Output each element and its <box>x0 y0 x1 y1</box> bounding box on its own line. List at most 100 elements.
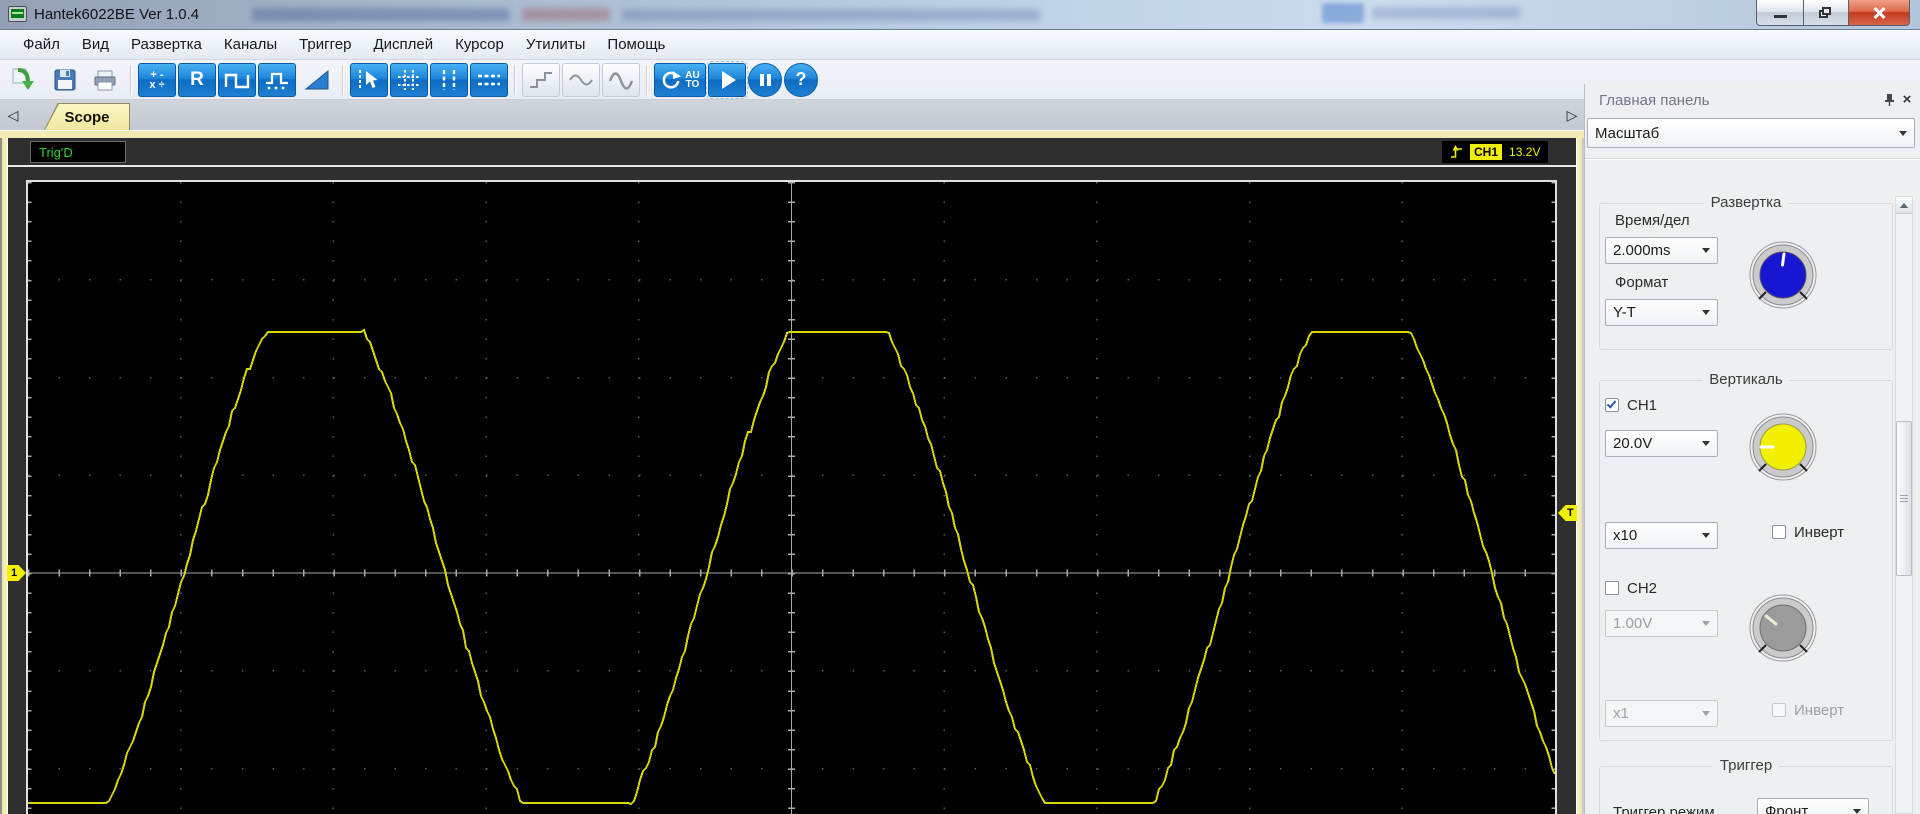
graticule-frame <box>26 180 1557 814</box>
ch1-invert-checkbox[interactable] <box>1772 525 1786 539</box>
ch2-probe-select: x1 <box>1605 700 1718 727</box>
menu-item[interactable]: Помощь <box>596 32 676 57</box>
chevron-down-icon <box>1702 310 1710 315</box>
menu-item[interactable]: Вид <box>71 32 120 57</box>
pause-icon <box>759 73 771 86</box>
menu-item[interactable]: Развертка <box>120 32 213 57</box>
ch1-volts-value: 20.0V <box>1613 435 1653 452</box>
tab-scope-label: Scope <box>45 104 129 130</box>
format-label: Формат <box>1615 274 1669 291</box>
restore-button[interactable] <box>1804 0 1848 26</box>
step-wave-button[interactable] <box>522 62 560 97</box>
ch1-level-marker[interactable]: 1 <box>7 565 26 581</box>
menu-item[interactable]: Утилиты <box>515 32 597 57</box>
ch1-volts-select[interactable]: 20.0V <box>1605 430 1718 457</box>
menu-bar: Файл Вид Развертка Каналы Триггер Дисплей Курс… <box>0 30 1920 60</box>
ch1-marker-label: 1 <box>11 567 18 579</box>
trigger-source-badge: CH1 <box>1470 144 1503 160</box>
autoset-icon <box>662 70 682 89</box>
time-per-div-label: Время/дел <box>1615 212 1690 229</box>
ch2-invert-checkbox <box>1772 703 1786 717</box>
save-button[interactable] <box>46 63 84 97</box>
sine-small-button[interactable] <box>562 62 600 97</box>
menu-item[interactable]: Дисплей <box>362 32 444 57</box>
ch2-volts-select: 1.00V <box>1605 610 1718 637</box>
import-icon <box>12 67 34 90</box>
scrollbar-thumb[interactable] <box>1896 421 1912 576</box>
chevron-down-icon <box>1702 441 1710 446</box>
pulse-wave-button[interactable] <box>218 62 256 97</box>
help-icon: ? <box>795 69 807 89</box>
sweep-legend: Развертка <box>1703 194 1789 211</box>
ramp-button[interactable] <box>298 63 336 97</box>
horizontal-cursors-button[interactable] <box>470 62 508 97</box>
scope-edge <box>2 138 8 814</box>
ch1-scale-knob[interactable] <box>1747 411 1819 483</box>
help-button[interactable]: ? <box>784 62 818 97</box>
format-select[interactable]: Y-T <box>1605 299 1718 326</box>
horizontal-scale-knob[interactable] <box>1747 239 1819 311</box>
panel-scrollbar[interactable] <box>1895 196 1913 814</box>
check-icon <box>1606 398 1617 409</box>
close-icon <box>1872 6 1886 20</box>
autoset-button[interactable]: AU TO <box>654 62 706 97</box>
cursor-icon <box>359 69 378 90</box>
menu-item[interactable]: Каналы <box>213 32 288 57</box>
triangle-up-icon <box>1900 202 1908 208</box>
ch2-checkbox[interactable] <box>1605 581 1619 595</box>
ch2-probe-value: x1 <box>1613 705 1629 722</box>
pin-button[interactable] <box>1881 91 1897 107</box>
menu-item[interactable]: Триггер <box>288 32 362 57</box>
digital-wave-button[interactable] <box>258 62 296 97</box>
trigger-status: Trig'D <box>30 141 126 163</box>
sine-button[interactable] <box>602 62 640 97</box>
ch2-invert-label: Инверт <box>1794 702 1845 719</box>
tab-scroll-left-button[interactable]: ◁ <box>3 103 23 127</box>
ch1-checkbox[interactable] <box>1605 398 1619 412</box>
print-icon <box>94 70 116 90</box>
start-button[interactable] <box>706 60 748 99</box>
scope-separator <box>8 165 1576 167</box>
tab-scroll-right-button[interactable]: ▷ <box>1562 103 1582 127</box>
toolbar-separator <box>342 64 344 95</box>
trigger-edge-icon <box>1451 145 1462 158</box>
grid-button[interactable] <box>390 62 428 97</box>
scrollbar-up-button[interactable] <box>1896 197 1912 214</box>
panel-divider <box>1585 158 1920 160</box>
trigger-marker-label: T <box>1567 507 1574 519</box>
chevron-down-icon <box>1702 621 1710 626</box>
horizontal-cursors-icon <box>478 74 500 85</box>
trigger-mode-value: Фронт <box>1765 803 1809 814</box>
menu-item[interactable]: Файл <box>12 32 71 57</box>
background-artifact <box>622 9 1040 21</box>
ch2-scale-knob[interactable] <box>1747 592 1819 664</box>
trigger-level-marker[interactable]: T <box>1558 505 1577 521</box>
chevron-down-icon <box>1702 248 1710 253</box>
window-controls <box>1756 0 1910 26</box>
print-button[interactable] <box>86 63 124 97</box>
pulse-wave-icon <box>224 73 250 88</box>
import-button[interactable] <box>6 63 44 97</box>
pause-button[interactable] <box>748 62 782 97</box>
trigger-mode-select[interactable]: Фронт <box>1757 798 1869 814</box>
cursor-button[interactable] <box>350 62 388 97</box>
trigger-level-value: 13.2V <box>1509 145 1541 159</box>
panel-mode-select[interactable]: Масштаб <box>1587 118 1915 148</box>
ch1-probe-select[interactable]: x10 <box>1605 522 1718 549</box>
math-icon: + -x ÷ <box>149 68 165 91</box>
panel-close-button[interactable]: × <box>1899 91 1915 108</box>
minimize-button[interactable] <box>1756 0 1804 26</box>
reference-button[interactable]: R <box>178 62 216 97</box>
time-per-div-select[interactable]: 2.000ms <box>1605 237 1718 264</box>
menu-item[interactable]: Курсор <box>444 32 515 57</box>
panel-header: Главная панель × <box>1585 84 1920 116</box>
vertical-cursors-button[interactable] <box>430 62 468 97</box>
tab-scope[interactable]: Scope <box>44 103 130 130</box>
math-button[interactable]: + -x ÷ <box>138 62 176 97</box>
ch1-invert-label: Инверт <box>1794 524 1845 541</box>
grid-icon <box>398 69 420 90</box>
vertical-cursors-icon <box>442 69 456 90</box>
scope-display: Trig'D CH1 13.2V 1 T <box>0 138 1588 814</box>
chevron-down-icon <box>1853 809 1861 814</box>
close-button[interactable] <box>1848 0 1910 26</box>
